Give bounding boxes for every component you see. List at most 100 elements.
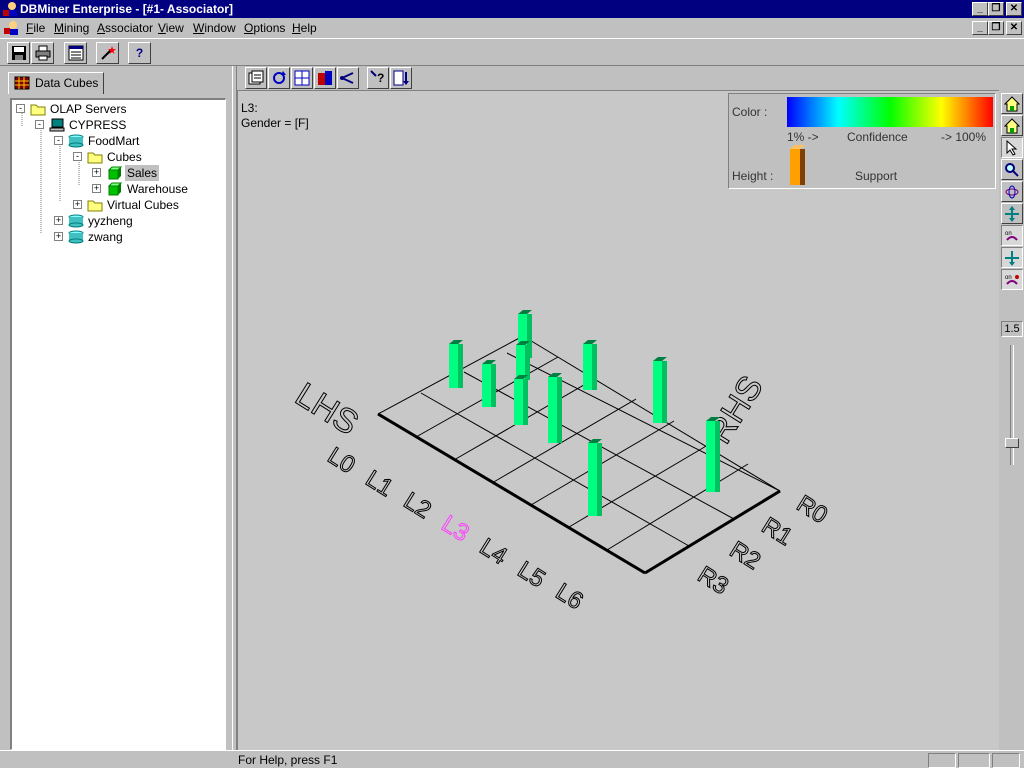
- tree-node-virtual-cubes[interactable]: + Virtual Cubes: [14, 197, 214, 213]
- sort-icon: [393, 70, 409, 86]
- home-icon: [1004, 117, 1020, 133]
- rule-bar[interactable]: [516, 341, 530, 380]
- associator-window: ? L3: Gender = [F] LHS RHS L6 L5 L4 L3 L…: [237, 66, 1024, 750]
- rotate-button[interactable]: [268, 67, 290, 89]
- spin-on-button[interactable]: on: [1001, 269, 1023, 290]
- window-title: DBMiner Enterprise - [#1- Associator]: [20, 2, 233, 16]
- rule-bar[interactable]: [449, 340, 463, 388]
- mdi-restore-button[interactable]: ❐: [988, 21, 1004, 35]
- rhs-label-r2: R2: [725, 536, 765, 575]
- menu-help[interactable]: Help: [292, 21, 317, 35]
- close-button[interactable]: ✕: [1006, 2, 1022, 16]
- lhs-label-l4: L4: [475, 533, 512, 570]
- expand-icon[interactable]: +: [54, 232, 63, 241]
- collapse-icon[interactable]: -: [16, 104, 25, 113]
- expand-icon[interactable]: +: [92, 184, 101, 193]
- tree-node-olap-servers[interactable]: - OLAP Servers: [14, 101, 214, 117]
- pan-button[interactable]: [1001, 203, 1023, 224]
- print-button[interactable]: [31, 42, 54, 64]
- tree-node-sales[interactable]: + Sales: [14, 165, 214, 181]
- menu-options[interactable]: Options: [244, 21, 285, 35]
- cube-grid-icon: [14, 76, 30, 90]
- minimize-button[interactable]: _: [972, 2, 988, 16]
- document-icon[interactable]: [3, 20, 19, 36]
- tree-node-yyzheng[interactable]: + yyzheng: [14, 213, 214, 229]
- cube-icon: [107, 182, 122, 196]
- rule-bar[interactable]: [482, 360, 496, 407]
- mdi-close-button[interactable]: ✕: [1006, 21, 1022, 35]
- legend-high-label: -> 100%: [941, 130, 987, 144]
- associator-3d-view[interactable]: L3: Gender = [F] LHS RHS L6 L5 L4 L3 L2 …: [237, 90, 999, 750]
- data-cubes-tree[interactable]: - OLAP Servers - CYPRESS - FoodMart - Cu…: [10, 98, 226, 750]
- orbit-icon: [1005, 185, 1019, 198]
- sort-button[interactable]: [390, 67, 412, 89]
- associator-toolbar: ?: [237, 66, 1024, 90]
- legend-support-label: Support: [855, 169, 898, 183]
- rule-bar[interactable]: [588, 439, 602, 516]
- magic-wand-icon: [100, 46, 116, 60]
- tab-label: Data Cubes: [35, 76, 99, 90]
- tree-node-cypress[interactable]: - CYPRESS: [14, 117, 214, 133]
- bar-cube-icon: [318, 71, 332, 85]
- home-view-button[interactable]: [1001, 93, 1023, 114]
- lhs-label-l0: L0: [323, 442, 360, 479]
- legend-low-label: 1% ->: [787, 130, 819, 144]
- view-toolbar: on on 1.5: [999, 90, 1024, 750]
- lhs-label-l2: L2: [399, 487, 436, 524]
- cube-properties-button[interactable]: [245, 67, 267, 89]
- query-help-icon: ?: [370, 70, 384, 85]
- cube-icon: [107, 166, 122, 180]
- query-help-button[interactable]: ?: [367, 67, 389, 89]
- menu-associator[interactable]: Associator: [97, 21, 153, 35]
- home-reset-button[interactable]: [1001, 115, 1023, 136]
- menu-view[interactable]: View: [158, 21, 184, 35]
- zoom-button[interactable]: [1001, 159, 1023, 180]
- association-grid-plot: LHS RHS L6 L5 L4 L3 L2 L1 L0 R0 R1 R2 R3: [288, 310, 833, 616]
- tree-node-foodmart[interactable]: - FoodMart: [14, 133, 214, 149]
- rule-bar[interactable]: [706, 417, 720, 492]
- collapse-icon[interactable]: -: [54, 136, 63, 145]
- rotate-toggle-icon: on: [1005, 231, 1018, 241]
- cube-view-button[interactable]: [314, 67, 336, 89]
- zoom-slider-thumb[interactable]: [1005, 438, 1019, 448]
- collapse-icon[interactable]: -: [73, 152, 82, 161]
- expand-icon[interactable]: +: [73, 200, 82, 209]
- orbit-button[interactable]: [1001, 181, 1023, 202]
- properties-icon: [248, 70, 264, 85]
- tab-data-cubes[interactable]: Data Cubes: [8, 72, 104, 94]
- app-icon: [3, 2, 17, 16]
- collapse-icon[interactable]: -: [35, 120, 44, 129]
- rule-bar[interactable]: [514, 375, 528, 425]
- status-pane-2: [958, 753, 990, 768]
- help-button[interactable]: ?: [128, 42, 151, 64]
- status-bar: For Help, press F1: [0, 750, 1024, 768]
- rotate-on-button[interactable]: on: [1001, 225, 1023, 246]
- save-button[interactable]: [7, 42, 30, 64]
- restore-button[interactable]: ❐: [988, 2, 1004, 16]
- drill-button[interactable]: [337, 67, 359, 89]
- wizard-button[interactable]: [96, 42, 119, 64]
- properties-button[interactable]: [64, 42, 87, 64]
- grid-button[interactable]: [291, 67, 313, 89]
- rule-bar[interactable]: [653, 357, 667, 423]
- mdi-minimize-button[interactable]: _: [972, 21, 988, 35]
- expand-icon[interactable]: +: [92, 168, 101, 177]
- menu-file[interactable]: File: [26, 21, 45, 35]
- select-pointer-button[interactable]: [1001, 137, 1023, 158]
- rule-bar[interactable]: [548, 373, 562, 443]
- tree-node-cubes[interactable]: - Cubes: [14, 149, 214, 165]
- tree-node-warehouse[interactable]: + Warehouse: [14, 181, 214, 197]
- folder-icon: [87, 200, 103, 212]
- menu-mining[interactable]: Mining: [54, 21, 89, 35]
- support-bars: [449, 310, 720, 516]
- svg-text:on: on: [1005, 275, 1012, 281]
- rule-bar[interactable]: [583, 340, 597, 390]
- svg-text:on: on: [1005, 231, 1012, 237]
- move-arrows-icon: [1005, 205, 1019, 222]
- move-on-button[interactable]: [1001, 247, 1023, 268]
- expand-icon[interactable]: +: [54, 216, 63, 225]
- left-panel: Data Cubes - OLAP Servers - CYPRESS - Fo…: [0, 66, 232, 750]
- menu-window[interactable]: Window: [193, 21, 236, 35]
- rhs-label-r1: R1: [757, 512, 797, 551]
- tree-node-zwang[interactable]: + zwang: [14, 229, 214, 245]
